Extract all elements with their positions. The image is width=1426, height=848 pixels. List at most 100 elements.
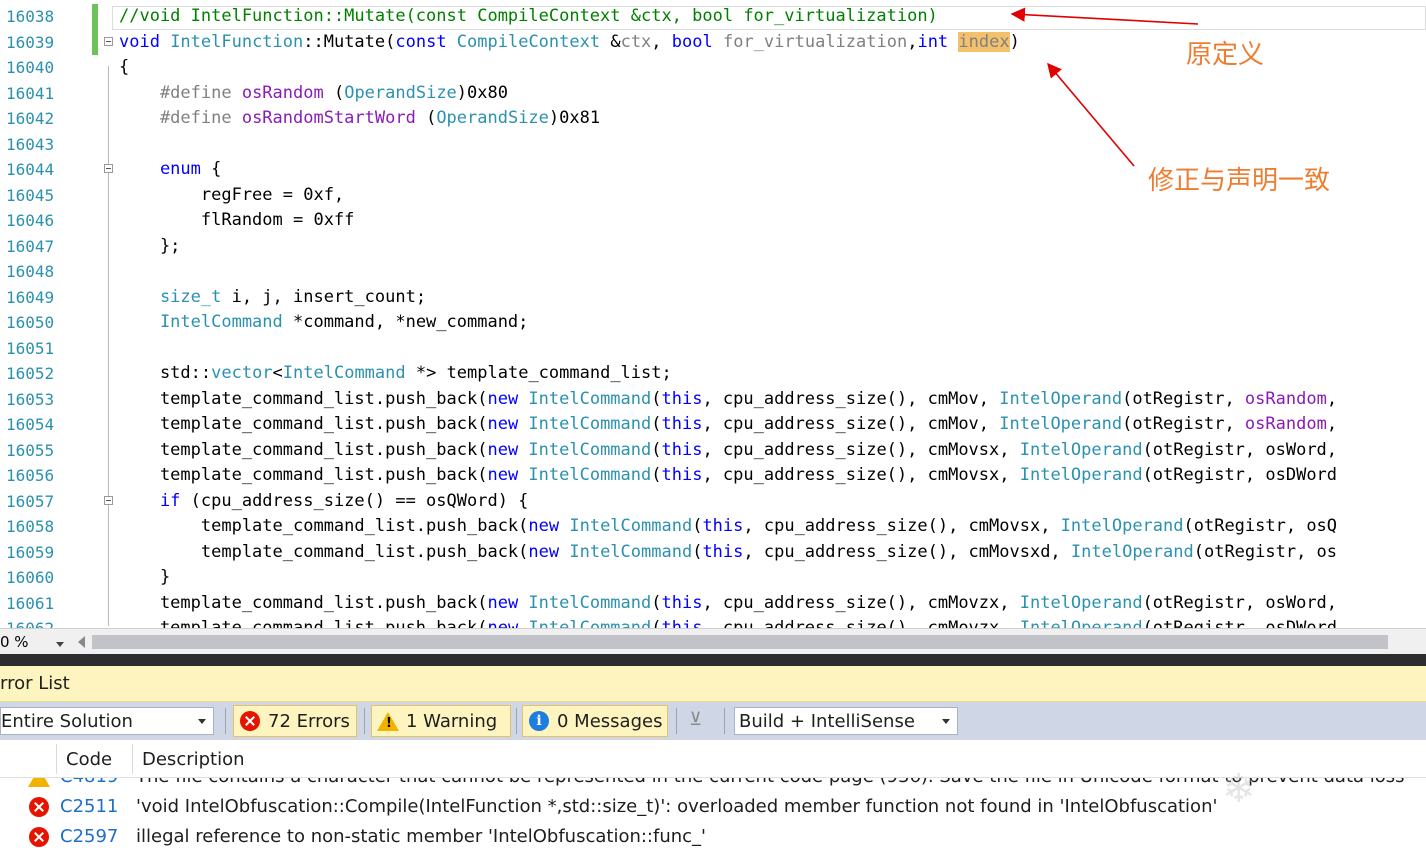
code-line[interactable]: 16042 #define osRandomStartWord (Operand…: [0, 106, 1426, 132]
code-line[interactable]: 16058 template_command_list.push_back(ne…: [0, 514, 1426, 540]
code-text[interactable]: template_command_list.push_back(new Inte…: [119, 438, 1347, 464]
scope-dropdown[interactable]: Entire Solution: [0, 707, 214, 735]
clear-filter-icon[interactable]: ⊻: [689, 709, 702, 730]
code-text[interactable]: {: [119, 55, 129, 81]
code-token: IntelCommand: [528, 465, 652, 485]
code-token: (otRegistr,: [1122, 388, 1245, 409]
code-text[interactable]: IntelCommand *command, *new_command;: [119, 310, 528, 336]
zoom-dropdown[interactable]: 0 %: [0, 632, 68, 652]
code-text[interactable]: template_command_list.push_back(new Inte…: [119, 591, 1347, 617]
code-token: {: [211, 159, 222, 179]
code-line[interactable]: 16060 }: [0, 565, 1426, 591]
code-token: (otRegistr, osWord,: [1142, 592, 1348, 613]
column-header-code[interactable]: Code: [66, 749, 112, 771]
scroll-left-arrow-icon[interactable]: [78, 636, 85, 648]
code-text[interactable]: template_command_list.push_back(new Inte…: [119, 412, 1347, 438]
error-code[interactable]: C2511: [60, 795, 118, 819]
code-token: , cpu_address_size(), cmMovsx,: [702, 439, 1020, 460]
code-line[interactable]: 16056 template_command_list.push_back(ne…: [0, 463, 1426, 489]
error-description: The file contains a character that canno…: [136, 778, 1405, 789]
line-number: 16051: [6, 338, 55, 358]
code-line[interactable]: 16053 template_command_list.push_back(ne…: [0, 387, 1426, 413]
column-header-description[interactable]: Description: [142, 749, 245, 771]
code-token: regFree = 0xf,: [119, 184, 345, 205]
code-text[interactable]: std::vector<IntelCommand *> template_com…: [119, 361, 672, 387]
panel-splitter[interactable]: [0, 654, 1426, 666]
code-line[interactable]: 16043: [0, 132, 1426, 158]
code-token: (: [426, 108, 437, 128]
annotation-fixed-to-match-declaration: 修正与声明一致: [1148, 166, 1331, 196]
code-token: new: [487, 618, 529, 628]
code-text[interactable]: }: [119, 565, 170, 591]
code-line[interactable]: 16046 flRandom = 0xff: [0, 208, 1426, 234]
code-text[interactable]: if (cpu_address_size() == osQWord) {: [119, 489, 528, 515]
table-row[interactable]: C2597 illegal reference to non-static me…: [0, 822, 1426, 848]
warnings-filter-button[interactable]: ! 1 Warning: [371, 705, 511, 737]
code-token: flRandom = 0xff: [119, 210, 355, 230]
code-text[interactable]: //void IntelFunction::Mutate(const Compi…: [119, 4, 938, 30]
code-token: #define: [119, 108, 242, 128]
code-line[interactable]: 16059 template_command_list.push_back(ne…: [0, 540, 1426, 566]
warning-mark: !: [386, 716, 392, 731]
code-token: this: [661, 388, 703, 409]
column-separator[interactable]: [132, 744, 133, 774]
error-icon: [29, 797, 49, 817]
code-text[interactable]: template_command_list.push_back(new Inte…: [119, 514, 1337, 540]
collapse-toggle-icon[interactable]: [104, 495, 113, 505]
code-line[interactable]: 16051: [0, 336, 1426, 362]
code-line[interactable]: 16047 };: [0, 234, 1426, 260]
code-line[interactable]: 16055 template_command_list.push_back(ne…: [0, 438, 1426, 464]
code-text[interactable]: size_t i, j, insert_count;: [119, 285, 426, 311]
error-code[interactable]: C4819: [60, 778, 118, 789]
line-number: 16056: [6, 466, 55, 485]
code-token: (otRegistr,: [1122, 414, 1245, 434]
table-row[interactable]: C4819 The file contains a character that…: [0, 778, 1426, 792]
code-text[interactable]: void IntelFunction::Mutate(const Compile…: [119, 30, 1020, 56]
messages-count-label: 0 Messages: [557, 711, 663, 732]
code-text[interactable]: template_command_list.push_back(new Inte…: [119, 540, 1337, 566]
code-line[interactable]: 16052 std::vector<IntelCommand *> templa…: [0, 361, 1426, 387]
code-text[interactable]: template_command_list.push_back(new Inte…: [119, 463, 1337, 489]
code-token: OperandSize: [436, 108, 549, 128]
horizontal-scrollbar-thumb[interactable]: [92, 635, 1388, 649]
code-text[interactable]: #define osRandom (OperandSize)0x80: [119, 81, 508, 107]
line-number: 16048: [6, 262, 55, 281]
table-row[interactable]: C2511 'void IntelObfuscation::Compile(In…: [0, 792, 1426, 822]
code-text[interactable]: template_command_list.push_back(new Inte…: [119, 387, 1347, 413]
code-line[interactable]: 16054 template_command_list.push_back(ne…: [0, 412, 1426, 438]
code-text[interactable]: flRandom = 0xff: [119, 208, 355, 234]
code-token: new: [487, 414, 529, 434]
code-token: new: [487, 592, 529, 613]
code-line[interactable]: 16041 #define osRandom (OperandSize)0x80: [0, 81, 1426, 107]
collapse-toggle-icon[interactable]: [104, 164, 113, 173]
code-line[interactable]: 16062 template_command_list.push_back(ne…: [0, 616, 1426, 628]
code-line[interactable]: 16048: [0, 259, 1426, 285]
line-number: 16044: [6, 160, 55, 179]
code-token: (: [692, 516, 703, 536]
code-text[interactable]: };: [119, 234, 180, 260]
line-number: 16039: [6, 32, 55, 52]
code-text[interactable]: template_command_list.push_back(new Inte…: [119, 616, 1337, 628]
code-token: #define: [119, 82, 242, 103]
change-marker: [92, 4, 98, 30]
build-source-dropdown[interactable]: Build + IntelliSense: [734, 707, 958, 735]
collapse-toggle-icon[interactable]: [104, 36, 113, 46]
code-line[interactable]: 16057 if (cpu_address_size() == osQWord)…: [0, 489, 1426, 515]
error-list-title-bar: rror List: [0, 666, 1426, 702]
code-text[interactable]: #define osRandomStartWord (OperandSize)0…: [119, 106, 600, 132]
code-token: , cpu_address_size(), cmMovzx,: [702, 618, 1020, 628]
code-line[interactable]: 16049 size_t i, j, insert_count;: [0, 285, 1426, 311]
code-editor[interactable]: 16038 //void IntelFunction::Mutate(const …: [0, 0, 1426, 628]
code-line[interactable]: 16038 //void IntelFunction::Mutate(const …: [0, 4, 1426, 30]
code-text[interactable]: regFree = 0xf,: [119, 183, 344, 209]
code-token: ,: [1326, 388, 1348, 409]
errors-filter-button[interactable]: 72 Errors: [233, 705, 357, 737]
code-line[interactable]: 16050 IntelCommand *command, *new_comman…: [0, 310, 1426, 336]
code-line[interactable]: 16061 template_command_list.push_back(ne…: [0, 591, 1426, 617]
error-code[interactable]: C2597: [60, 825, 118, 848]
messages-filter-button[interactable]: i 0 Messages: [522, 705, 668, 737]
zoom-value: 0 %: [0, 633, 29, 651]
code-text[interactable]: enum {: [119, 157, 221, 183]
code-token: (otRegistr, os: [1193, 541, 1338, 562]
column-separator[interactable]: [56, 744, 57, 774]
